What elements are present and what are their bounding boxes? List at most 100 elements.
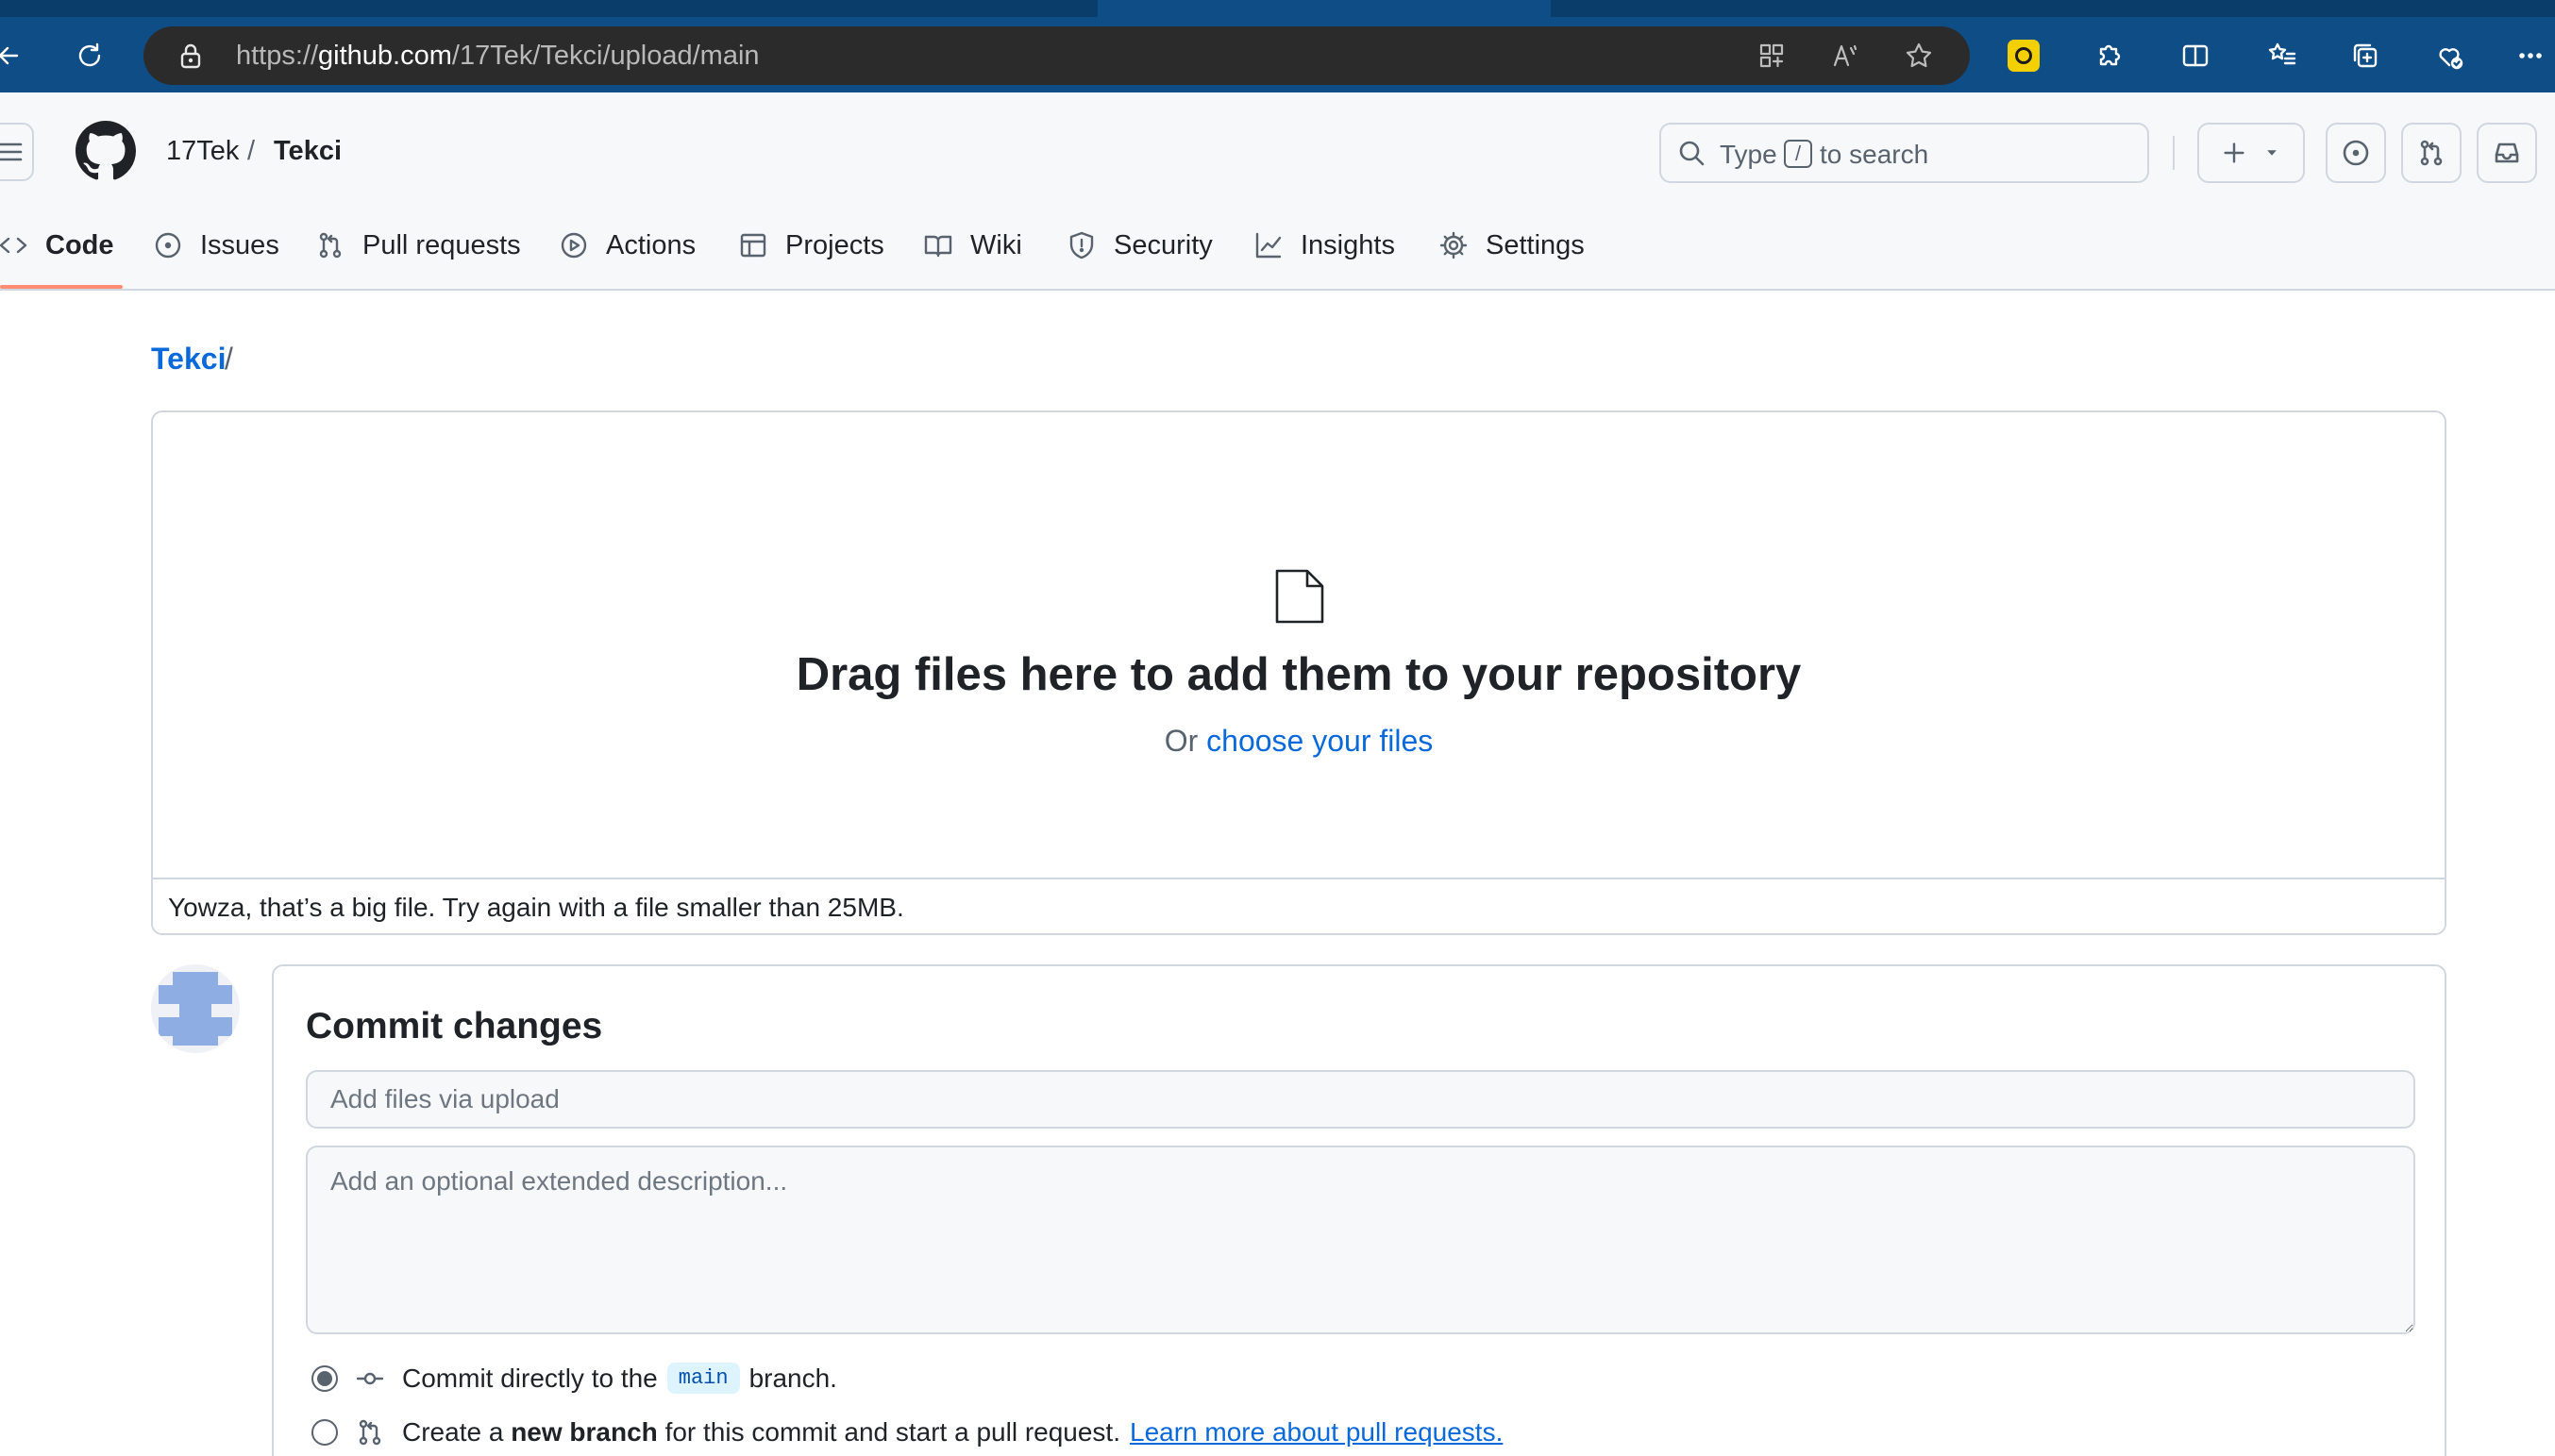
git-pull-request-icon — [355, 1417, 385, 1448]
url-host: github.com — [318, 41, 452, 71]
browser-tab[interactable] — [1551, 0, 2555, 17]
url-scheme: https:// — [236, 41, 319, 71]
commit-description-input[interactable] — [306, 1146, 2415, 1334]
owner-link[interactable]: 17Tek — [166, 136, 239, 167]
new-branch-radio[interactable] — [311, 1419, 338, 1446]
extension-yellow-icon[interactable] — [2008, 40, 2040, 72]
commit-form: Commit changes Commit directly to the ma… — [272, 964, 2446, 1456]
avatar[interactable] — [151, 964, 240, 1053]
tab-insights[interactable]: Insights — [1253, 225, 1395, 266]
tab-wiki[interactable]: Wiki — [923, 225, 1022, 266]
gear-icon — [1439, 231, 1468, 259]
breadcrumb-separator: / — [247, 136, 256, 166]
play-icon — [561, 232, 587, 259]
extensions-puzzle-icon[interactable] — [2087, 34, 2130, 77]
tab-code[interactable]: Code — [0, 225, 114, 266]
branch-name-badge: main — [666, 1363, 740, 1394]
file-drop-zone[interactable]: Drag files here to add them to your repo… — [151, 410, 2446, 935]
commit-directly-suffix: branch. — [748, 1363, 837, 1393]
hamburger-icon — [0, 142, 23, 161]
url-path: /17Tek/Tekci/upload/main — [451, 41, 760, 71]
or-text: Or — [1164, 724, 1199, 758]
read-aloud-icon[interactable] — [1827, 38, 1863, 74]
file-icon — [1273, 567, 1326, 626]
search-placeholder-prefix: Type — [1720, 140, 1777, 169]
favorite-star-icon[interactable] — [1901, 38, 1937, 74]
repo-link[interactable]: Tekci — [274, 136, 342, 167]
browser-tab-active[interactable] — [1098, 0, 1551, 17]
github-logo-icon[interactable] — [76, 121, 136, 181]
active-tab-indicator — [0, 285, 123, 289]
browser-tab-strip — [0, 0, 2555, 17]
tab-actions[interactable]: Actions — [559, 225, 696, 266]
identicon-icon — [151, 964, 240, 1053]
commit-summary-input[interactable] — [306, 1070, 2415, 1129]
open-global-nav-button[interactable] — [0, 123, 34, 181]
git-commit-icon — [355, 1364, 385, 1394]
drop-zone-title: Drag files here to add them to your repo… — [796, 649, 1802, 700]
plus-icon — [2224, 142, 2244, 163]
lock-icon[interactable] — [176, 41, 206, 71]
breadcrumb-repo-link[interactable]: Tekci — [151, 342, 226, 377]
more-options-icon[interactable] — [2509, 34, 2552, 77]
new-branch-option[interactable]: Create a new branch for this commit and … — [311, 1417, 1503, 1448]
notifications-button[interactable] — [2477, 123, 2537, 183]
inbox-icon — [2495, 142, 2519, 163]
commit-title: Commit changes — [306, 1006, 603, 1046]
triangle-down-icon — [2267, 150, 2277, 156]
create-new-button[interactable] — [2197, 123, 2305, 183]
github-header: 17Tek / Tekci Type / to search Code Issu… — [0, 92, 2555, 291]
search-shortcut-key: / — [1784, 140, 1812, 168]
new-branch-text-prefix: Create a — [402, 1417, 504, 1447]
your-issues-button[interactable] — [2326, 123, 2386, 183]
your-pull-requests-button[interactable] — [2401, 123, 2462, 183]
drop-zone-subtitle: Or choose your files — [153, 724, 2445, 759]
tab-settings-label: Settings — [1486, 229, 1585, 260]
tab-security-label: Security — [1114, 229, 1213, 260]
commit-directly-radio[interactable] — [311, 1364, 338, 1392]
tab-pull-requests-label: Pull requests — [362, 229, 521, 260]
choose-files-link[interactable]: choose your files — [1206, 724, 1433, 758]
shield-icon — [1069, 231, 1094, 259]
tab-settings[interactable]: Settings — [1438, 225, 1585, 266]
new-branch-text-suffix: for this commit and start a pull request… — [664, 1417, 1120, 1447]
git-pull-request-icon — [319, 232, 342, 259]
tab-projects-label: Projects — [785, 229, 884, 260]
browser-tab[interactable] — [0, 0, 1104, 17]
commit-directly-text: Commit directly to the — [402, 1363, 658, 1393]
repository-nav: Code Issues Pull requests Actions Projec… — [0, 206, 2555, 291]
tab-issues[interactable]: Issues — [153, 225, 279, 266]
refresh-icon[interactable] — [68, 34, 111, 77]
address-bar[interactable]: https://github.com/17Tek/Tekci/upload/ma… — [143, 26, 1970, 85]
learn-more-pull-requests-link[interactable]: Learn more about pull requests. — [1130, 1417, 1503, 1448]
code-icon — [0, 237, 27, 254]
tab-pull-requests[interactable]: Pull requests — [315, 225, 521, 266]
back-arrow-icon[interactable] — [0, 34, 30, 77]
file-size-error: Yowza, that’s a big file. Try again with… — [153, 878, 2445, 933]
tab-projects[interactable]: Projects — [738, 225, 884, 266]
tab-code-label: Code — [45, 229, 114, 260]
tab-insights-label: Insights — [1301, 229, 1395, 260]
book-icon — [924, 235, 952, 258]
tab-actions-label: Actions — [606, 229, 697, 260]
favorites-list-icon[interactable] — [2261, 34, 2304, 77]
commit-directly-option[interactable]: Commit directly to the main branch. — [311, 1363, 837, 1394]
tab-security[interactable]: Security — [1067, 225, 1213, 266]
split-screen-icon[interactable] — [2174, 34, 2217, 77]
tab-wiki-label: Wiki — [970, 229, 1022, 260]
collections-icon[interactable] — [2344, 34, 2387, 77]
app-available-icon[interactable] — [1754, 38, 1790, 74]
graph-icon — [1255, 232, 1282, 259]
search-input[interactable]: Type / to search — [1659, 123, 2149, 183]
table-icon — [740, 233, 766, 258]
breadcrumb-separator: / — [225, 342, 233, 376]
search-placeholder-suffix: to search — [1820, 140, 1929, 169]
search-icon — [1676, 138, 1706, 168]
tab-issues-label: Issues — [200, 229, 279, 260]
new-branch-text-bold: new branch — [511, 1417, 658, 1447]
issue-opened-icon — [2343, 140, 2369, 166]
browser-essentials-icon[interactable] — [2428, 34, 2471, 77]
address-url[interactable]: https://github.com/17Tek/Tekci/upload/ma… — [236, 41, 760, 72]
issue-opened-icon — [155, 232, 181, 259]
header-divider — [2173, 136, 2175, 170]
